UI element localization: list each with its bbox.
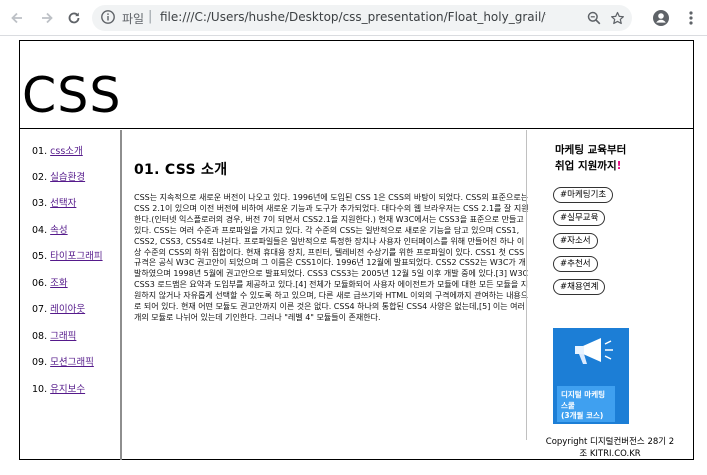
nav-divider	[120, 130, 122, 460]
nav-item-06: 06. 조화	[32, 278, 68, 289]
zoom-icon[interactable]	[585, 9, 603, 27]
nav-link-layout[interactable]: 레이아웃	[50, 304, 85, 315]
nav-link-motion-graphics[interactable]: 모션그래픽	[50, 357, 94, 368]
nav-item-02: 02. 실습환경	[32, 172, 86, 183]
ad-banner-text: 디지털 마케팅 스쿨 (3개월 코스)	[561, 390, 606, 420]
nav-item-04: 04. 속성	[32, 225, 68, 236]
nav-link-typography[interactable]: 타이포그래피	[50, 251, 102, 262]
url-scheme-label: 파일	[122, 12, 145, 26]
info-icon[interactable]	[100, 9, 118, 27]
address-bar[interactable]: 파일 | file:///C:/Users/hushe/Desktop/css_…	[92, 5, 632, 31]
nav-link-properties[interactable]: 속성	[50, 225, 67, 236]
main-article: 01. CSS 소개 CSS는 지속적으로 새로운 버전이 나오고 있다. 19…	[134, 159, 530, 324]
url-text[interactable]: file:///C:/Users/hushe/Desktop/css_prese…	[160, 10, 546, 24]
bookmark-star-icon[interactable]	[608, 9, 626, 27]
article-heading: 01. CSS 소개	[134, 162, 228, 178]
reload-icon[interactable]	[63, 7, 85, 29]
nav-link-selectors[interactable]: 선택자	[50, 198, 76, 209]
tag-hiring[interactable]: #채용연계	[553, 279, 606, 295]
nav-item-07: 07. 레이아웃	[32, 304, 86, 315]
ad-title: 마케팅 교육부터 취업 지원까지!	[555, 144, 627, 172]
tag-marketing-basics[interactable]: #마케팅기초	[553, 187, 614, 203]
nav-item-01: 01. css소개	[32, 146, 83, 157]
nav-link-graphics[interactable]: 그래픽	[50, 331, 76, 342]
nav-item-09: 09. 모션그래픽	[32, 357, 94, 368]
nav-item-10: 10. 유지보수	[32, 384, 86, 395]
nav-link-harmony[interactable]: 조화	[50, 278, 67, 289]
back-arrow-icon[interactable]	[6, 7, 28, 29]
article-body: CSS는 지속적으로 새로운 버전이 나오고 있다. 1996년에 도입된 CS…	[134, 193, 529, 322]
ad-banner-image[interactable]: 디지털 마케팅 스쿨 (3개월 코스)	[553, 328, 629, 424]
page-title: CSS	[22, 67, 122, 124]
megaphone-icon	[553, 328, 629, 388]
nav-item-08: 08. 그래픽	[32, 331, 77, 342]
tag-self-intro[interactable]: #자소서	[553, 233, 598, 249]
profile-icon[interactable]	[650, 7, 672, 29]
page-header: CSS	[20, 41, 693, 129]
nav-link-maintenance[interactable]: 유지보수	[50, 384, 85, 395]
tag-recommendation[interactable]: #추천서	[553, 256, 598, 272]
nav-item-05: 05. 타이포그래피	[32, 251, 103, 262]
tag-practical-training[interactable]: #실무교육	[553, 210, 606, 226]
menu-kebab-icon[interactable]	[680, 7, 702, 29]
url-separator: |	[148, 9, 153, 24]
browser-toolbar: 파일 | file:///C:/Users/hushe/Desktop/css_…	[0, 0, 707, 36]
copyright-text: Copyright 디지털컨버전스 28기 2 조 KITRI.CO.KR	[545, 437, 675, 459]
nav-link-css-intro[interactable]: css소개	[50, 146, 83, 157]
forward-arrow-icon[interactable]	[36, 7, 58, 29]
holy-grail-page: CSS 01. css소개 02. 실습환경 03. 선택자 04. 속성 05…	[19, 40, 694, 460]
nav-item-03: 03. 선택자	[32, 198, 77, 209]
nav-link-practice-env[interactable]: 실습환경	[50, 172, 85, 183]
left-navigation: 01. css소개 02. 실습환경 03. 선택자 04. 속성 05. 타이…	[20, 130, 120, 460]
right-aside-ad: 마케팅 교육부터 취업 지원까지! #마케팅기초 #실무교육 #자소서 #추천서…	[527, 130, 693, 460]
